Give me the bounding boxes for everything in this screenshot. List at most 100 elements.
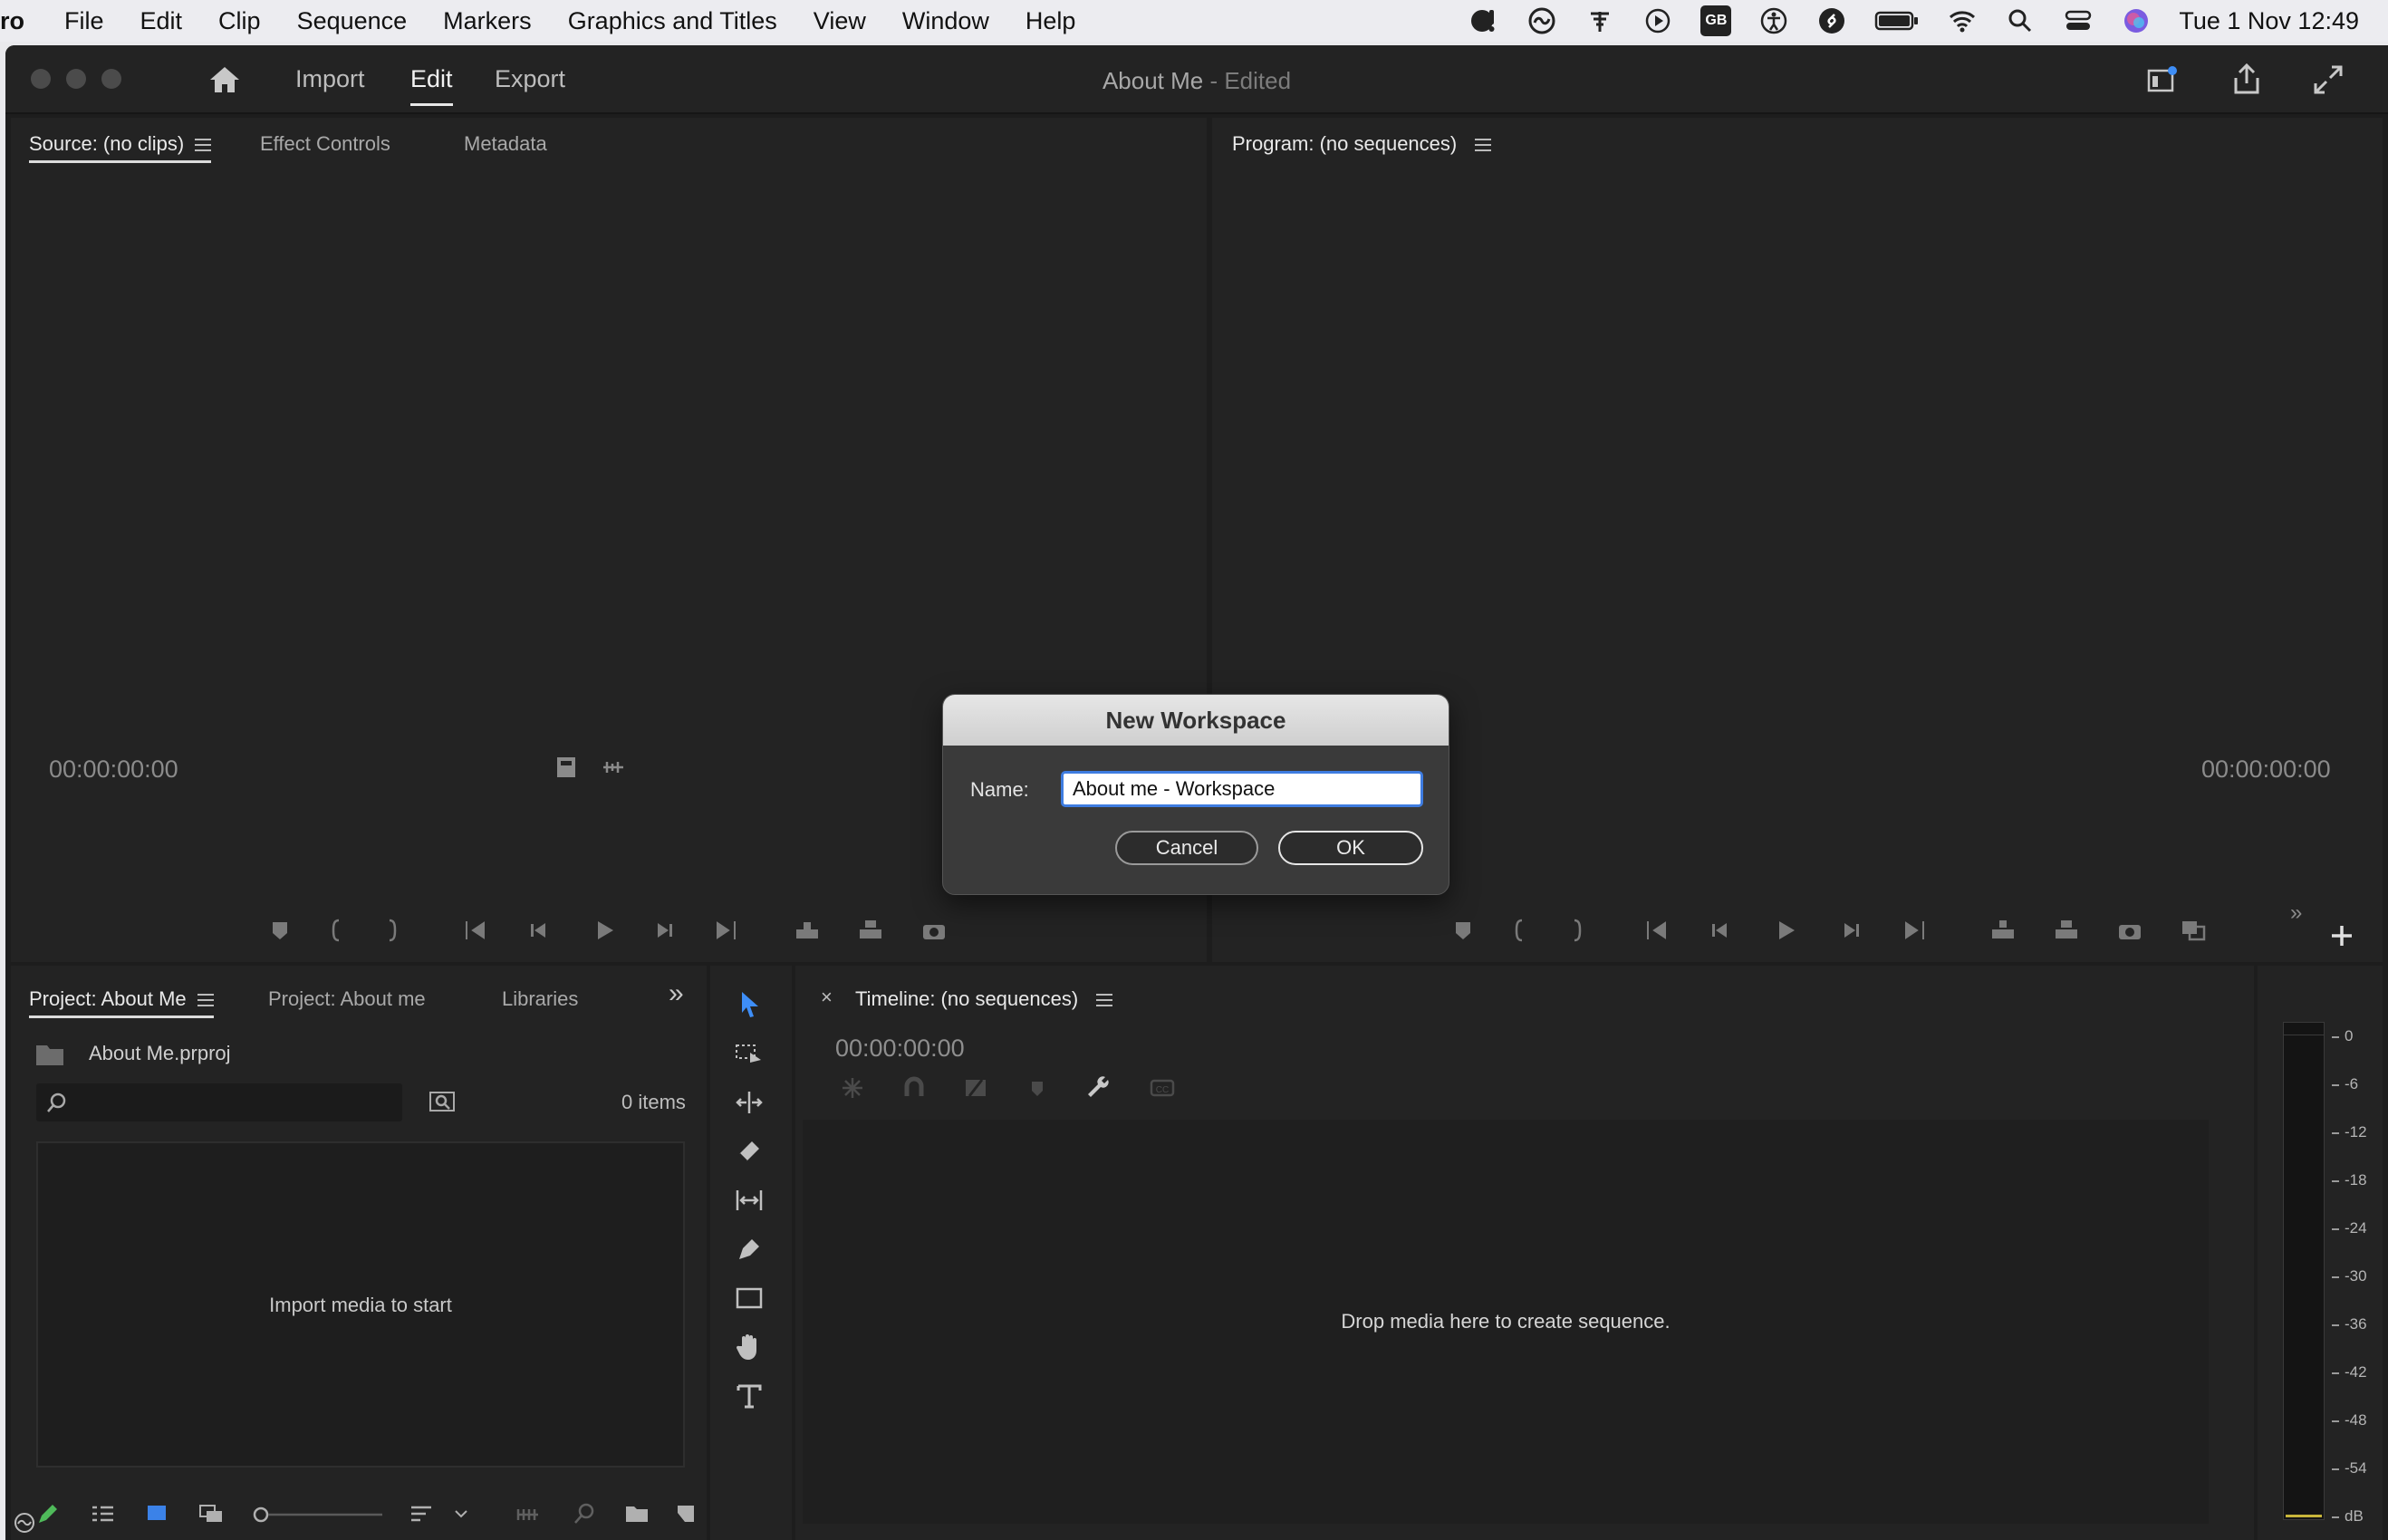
workspace-name-input[interactable] xyxy=(1061,771,1423,807)
notification-icon[interactable] xyxy=(1468,5,1499,36)
menu-file[interactable]: File xyxy=(64,7,104,35)
comparison-view-icon[interactable] xyxy=(2180,917,2207,944)
camera-icon[interactable] xyxy=(920,917,948,944)
hand-tool[interactable] xyxy=(728,1326,770,1368)
find-icon[interactable] xyxy=(571,1500,598,1527)
more-tabs-icon[interactable]: » xyxy=(669,978,684,1009)
menu-markers[interactable]: Markers xyxy=(443,7,532,35)
antenna-icon[interactable] xyxy=(1584,5,1615,36)
tab-timeline[interactable]: Timeline: (no sequences) xyxy=(855,987,1113,1011)
menu-view[interactable]: View xyxy=(814,7,866,35)
menu-help[interactable]: Help xyxy=(1025,7,1076,35)
drag-audio-video-icon[interactable] xyxy=(600,754,627,781)
tab-metadata[interactable]: Metadata xyxy=(464,132,547,156)
freeform-view-icon[interactable] xyxy=(197,1500,225,1527)
fullscreen-icon[interactable] xyxy=(2310,62,2346,98)
mark-out-icon[interactable] xyxy=(1564,917,1591,944)
lift-icon[interactable] xyxy=(1989,917,2017,944)
extract-icon[interactable] xyxy=(2053,917,2080,944)
control-center-icon[interactable] xyxy=(2063,5,2094,36)
share-icon[interactable] xyxy=(2229,62,2265,98)
tab-project-about-me-2[interactable]: Project: About me xyxy=(268,987,426,1011)
spotlight-icon[interactable] xyxy=(2005,5,2036,36)
shazam-icon[interactable] xyxy=(1816,5,1847,36)
step-forward-icon[interactable] xyxy=(650,917,678,944)
menu-clip[interactable]: Clip xyxy=(218,7,261,35)
rectangle-tool[interactable] xyxy=(728,1277,770,1319)
menu-sequence[interactable]: Sequence xyxy=(297,7,408,35)
app-menu[interactable]: ro xyxy=(0,7,24,35)
step-back-icon[interactable] xyxy=(1707,917,1734,944)
close-timeline-icon[interactable]: × xyxy=(821,986,833,1009)
camera-icon[interactable] xyxy=(2116,917,2143,944)
automate-to-sequence-icon[interactable] xyxy=(515,1500,542,1527)
chevron-down-icon[interactable] xyxy=(451,1500,471,1527)
add-marker-icon[interactable] xyxy=(1449,917,1477,944)
creative-cloud-icon[interactable] xyxy=(1526,5,1557,36)
play-icon[interactable] xyxy=(591,917,618,944)
button-editor-plus-icon[interactable] xyxy=(2328,922,2355,949)
captions-icon[interactable]: CC xyxy=(1149,1074,1176,1102)
icon-view-icon[interactable] xyxy=(143,1500,170,1527)
source-panel-menu-icon[interactable] xyxy=(195,139,212,152)
zoom-slider[interactable] xyxy=(252,1504,384,1526)
go-to-out-icon[interactable] xyxy=(712,917,739,944)
snap-magnet-icon[interactable] xyxy=(900,1074,928,1102)
menu-graphics-and-titles[interactable]: Graphics and Titles xyxy=(568,7,777,35)
siri-icon[interactable] xyxy=(2121,5,2152,36)
tab-project-about-me[interactable]: Project: About Me xyxy=(29,987,214,1018)
project-bin-area[interactable]: Import media to start xyxy=(36,1141,685,1468)
go-to-in-icon[interactable] xyxy=(462,917,489,944)
timeline-settings-wrench-icon[interactable] xyxy=(1085,1074,1112,1102)
play-icon[interactable] xyxy=(1772,917,1799,944)
go-to-out-icon[interactable] xyxy=(1901,917,1928,944)
creative-cloud-status-icon[interactable] xyxy=(11,1511,38,1535)
menu-window[interactable]: Window xyxy=(902,7,989,35)
new-item-icon[interactable] xyxy=(672,1500,699,1527)
wifi-icon[interactable] xyxy=(1947,5,1978,36)
program-panel-menu-icon[interactable] xyxy=(1475,139,1492,152)
sort-icon[interactable] xyxy=(408,1500,435,1527)
menu-edit[interactable]: Edit xyxy=(140,7,183,35)
list-view-icon[interactable] xyxy=(89,1500,116,1527)
export-frame-icon[interactable] xyxy=(553,754,580,781)
slip-tool[interactable] xyxy=(728,1179,770,1221)
overwrite-icon[interactable] xyxy=(857,917,884,944)
mark-in-icon[interactable] xyxy=(323,917,350,944)
linked-selection-icon[interactable] xyxy=(962,1074,989,1102)
program-timecode[interactable]: 00:00:00:00 xyxy=(2201,756,2331,784)
ok-button[interactable]: OK xyxy=(1278,831,1423,865)
cancel-button[interactable]: Cancel xyxy=(1115,831,1258,865)
step-forward-icon[interactable] xyxy=(1837,917,1864,944)
add-marker-icon[interactable] xyxy=(1024,1074,1051,1102)
pen-tool[interactable] xyxy=(728,1228,770,1270)
nest-icon[interactable] xyxy=(839,1074,866,1102)
play-circle-icon[interactable] xyxy=(1642,5,1673,36)
type-tool[interactable] xyxy=(728,1375,770,1417)
project-search-field[interactable] xyxy=(36,1083,402,1121)
accessibility-icon[interactable] xyxy=(1758,5,1789,36)
selection-tool[interactable] xyxy=(728,984,770,1025)
tab-libraries[interactable]: Libraries xyxy=(502,987,578,1011)
razor-tool[interactable] xyxy=(728,1131,770,1172)
quick-export-panel-icon[interactable] xyxy=(2143,62,2180,98)
go-to-in-icon[interactable] xyxy=(1643,917,1671,944)
find-icon[interactable] xyxy=(428,1087,457,1116)
new-bin-icon[interactable] xyxy=(623,1500,650,1527)
mark-out-icon[interactable] xyxy=(379,917,406,944)
menubar-clock[interactable]: Tue 1 Nov 12:49 xyxy=(2179,7,2359,35)
tab-source[interactable]: Source: (no clips) xyxy=(29,132,212,163)
step-back-icon[interactable] xyxy=(525,917,553,944)
add-marker-icon[interactable] xyxy=(266,917,294,944)
timeline-drop-area[interactable]: Drop media here to create sequence. xyxy=(803,1120,2209,1524)
source-timecode[interactable]: 00:00:00:00 xyxy=(49,756,178,784)
timeline-timecode[interactable]: 00:00:00:00 xyxy=(835,1035,965,1063)
tab-program[interactable]: Program: (no sequences) xyxy=(1232,132,1492,156)
battery-icon[interactable] xyxy=(1874,5,1920,36)
project-panel-menu-icon[interactable] xyxy=(197,994,214,1007)
pencil-icon[interactable] xyxy=(34,1500,62,1527)
track-select-tool[interactable] xyxy=(728,1033,770,1074)
mark-in-icon[interactable] xyxy=(1506,917,1533,944)
timeline-panel-menu-icon[interactable] xyxy=(1096,994,1113,1007)
ripple-edit-tool[interactable] xyxy=(728,1082,770,1123)
